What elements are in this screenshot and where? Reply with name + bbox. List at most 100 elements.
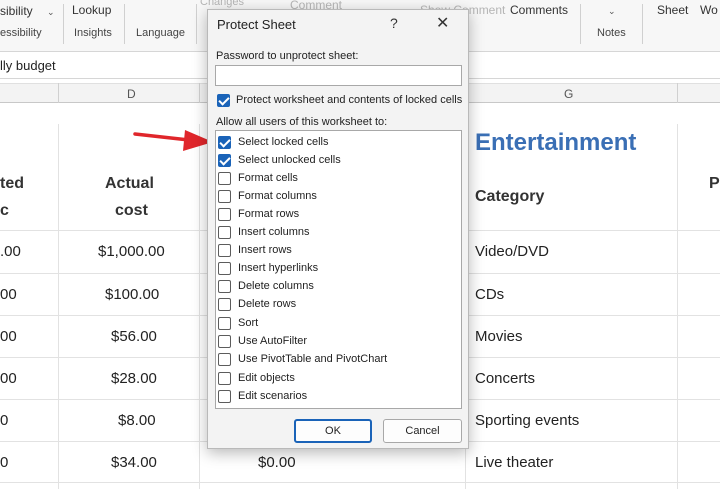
ok-button[interactable]: OK [294, 419, 372, 443]
table-cell-category[interactable]: Video/DVD [475, 243, 549, 260]
comments-button[interactable]: Comments [510, 3, 568, 17]
chevron-down-icon[interactable]: ⌄ [608, 6, 616, 17]
option-edit-objects[interactable]: Edit objects [216, 370, 456, 388]
checkbox-icon[interactable] [218, 190, 231, 203]
protect-sheet-button[interactable]: Sheet [657, 3, 688, 17]
table-cell-category[interactable]: Concerts [475, 370, 535, 387]
password-label: Password to unprotect sheet: [216, 50, 359, 62]
option-select-locked-cells[interactable]: Select locked cells [216, 134, 456, 152]
option-insert-columns[interactable]: Insert columns [216, 224, 456, 242]
accessibility-button-label[interactable]: sibility [0, 4, 33, 18]
option-label: Use AutoFilter [238, 335, 308, 347]
cancel-button[interactable]: Cancel [383, 419, 462, 443]
ribbon-separator [196, 4, 197, 44]
option-label: Use PivotTable and PivotChart [238, 353, 388, 365]
column-divider [199, 83, 200, 103]
table-cell-estimated[interactable]: .00 [0, 243, 21, 260]
option-label: Delete rows [238, 298, 297, 310]
option-label: Edit objects [238, 372, 295, 384]
table-cell-category[interactable]: Live theater [475, 454, 553, 471]
chevron-down-icon[interactable]: ⌄ [47, 7, 55, 18]
language-group-label: Language [136, 27, 185, 39]
protect-sheet-dialog: Protect Sheet ? ✕ Password to unprotect … [207, 9, 469, 449]
checkbox-icon[interactable] [218, 244, 231, 257]
checkbox-icon[interactable] [218, 390, 231, 403]
option-label: Format rows [238, 208, 300, 220]
header-category[interactable]: Category [475, 188, 544, 206]
column-header-d[interactable]: D [127, 87, 136, 101]
header-estimated-line2[interactable]: c [0, 202, 9, 220]
formula-bar-value: lly budget [0, 58, 56, 73]
table-cell-category[interactable]: Sporting events [475, 412, 579, 429]
table-cell-estimated[interactable]: 00 [0, 328, 17, 345]
close-icon[interactable]: ✕ [436, 13, 449, 33]
table-cell-actual[interactable]: $1,000.00 [98, 243, 165, 260]
option-insert-rows[interactable]: Insert rows [216, 242, 456, 260]
grid-line [199, 124, 200, 489]
table-cell-actual[interactable]: $28.00 [111, 370, 157, 387]
header-actual-line1[interactable]: Actual [105, 175, 154, 193]
ribbon-separator [580, 4, 581, 44]
checkbox-icon[interactable] [218, 335, 231, 348]
option-label: Insert columns [238, 226, 310, 238]
table-cell-estimated[interactable]: 00 [0, 370, 17, 387]
option-use-pivottable[interactable]: Use PivotTable and PivotChart [216, 351, 456, 369]
checkbox-icon[interactable] [218, 353, 231, 366]
checkbox-icon[interactable] [218, 317, 231, 330]
checkbox-icon[interactable] [218, 372, 231, 385]
option-label: Select locked cells [238, 136, 329, 148]
checkbox-icon[interactable] [218, 262, 231, 275]
checkbox-icon[interactable] [218, 226, 231, 239]
checkbox-checked-icon[interactable] [218, 136, 231, 149]
ribbon-separator [642, 4, 643, 44]
option-label: Edit scenarios [238, 390, 308, 402]
table-cell-actual[interactable]: $34.00 [111, 454, 157, 471]
column-divider [58, 83, 59, 103]
column-header-g[interactable]: G [564, 87, 573, 101]
grid-line [0, 482, 720, 483]
column-divider [677, 83, 678, 103]
lookup-button[interactable]: Lookup [72, 3, 111, 17]
option-delete-rows[interactable]: Delete rows [216, 296, 456, 314]
checkbox-checked-icon[interactable] [217, 94, 230, 107]
permissions-list[interactable]: Select locked cells Select unlocked cell… [215, 130, 462, 409]
header-actual-line2[interactable]: cost [115, 202, 148, 220]
allow-users-label: Allow all users of this worksheet to: [216, 116, 388, 128]
table-cell-estimated[interactable]: 00 [0, 286, 17, 303]
table-cell-actual[interactable]: $100.00 [105, 286, 159, 303]
password-input[interactable] [215, 65, 462, 86]
table-cell-estimated[interactable]: 0 [0, 412, 8, 429]
option-sort[interactable]: Sort [216, 315, 456, 333]
grid-line [58, 124, 59, 489]
checkbox-checked-icon[interactable] [218, 154, 231, 167]
header-projected[interactable]: P [709, 175, 720, 193]
protect-worksheet-checkbox[interactable]: Protect worksheet and contents of locked… [215, 92, 465, 110]
changes-button[interactable]: Changes [200, 0, 244, 8]
table-cell-difference[interactable]: $0.00 [258, 454, 296, 471]
table-cell-actual[interactable]: $8.00 [118, 412, 156, 429]
table-cell-estimated[interactable]: 0 [0, 454, 8, 471]
option-label: Insert hyperlinks [238, 262, 319, 274]
table-cell-category[interactable]: CDs [475, 286, 504, 303]
option-select-unlocked-cells[interactable]: Select unlocked cells [216, 152, 456, 170]
checkbox-icon[interactable] [218, 208, 231, 221]
option-insert-hyperlinks[interactable]: Insert hyperlinks [216, 260, 456, 278]
option-edit-scenarios[interactable]: Edit scenarios [216, 388, 456, 406]
help-icon[interactable]: ? [390, 15, 398, 31]
accessibility-group-label: essibility [0, 27, 42, 39]
checkbox-icon[interactable] [218, 298, 231, 311]
option-use-autofilter[interactable]: Use AutoFilter [216, 333, 456, 351]
option-delete-columns[interactable]: Delete columns [216, 278, 456, 296]
sheet-section-title[interactable]: Entertainment [475, 129, 636, 157]
checkbox-icon[interactable] [218, 172, 231, 185]
table-cell-category[interactable]: Movies [475, 328, 523, 345]
header-estimated-line1[interactable]: ted [0, 175, 24, 193]
checkbox-icon[interactable] [218, 280, 231, 293]
option-format-cells[interactable]: Format cells [216, 170, 456, 188]
option-format-columns[interactable]: Format columns [216, 188, 456, 206]
ribbon-separator [63, 4, 64, 44]
table-cell-actual[interactable]: $56.00 [111, 328, 157, 345]
option-format-rows[interactable]: Format rows [216, 206, 456, 224]
option-label: Format cells [238, 172, 298, 184]
protect-workbook-button[interactable]: Wo [700, 3, 718, 17]
